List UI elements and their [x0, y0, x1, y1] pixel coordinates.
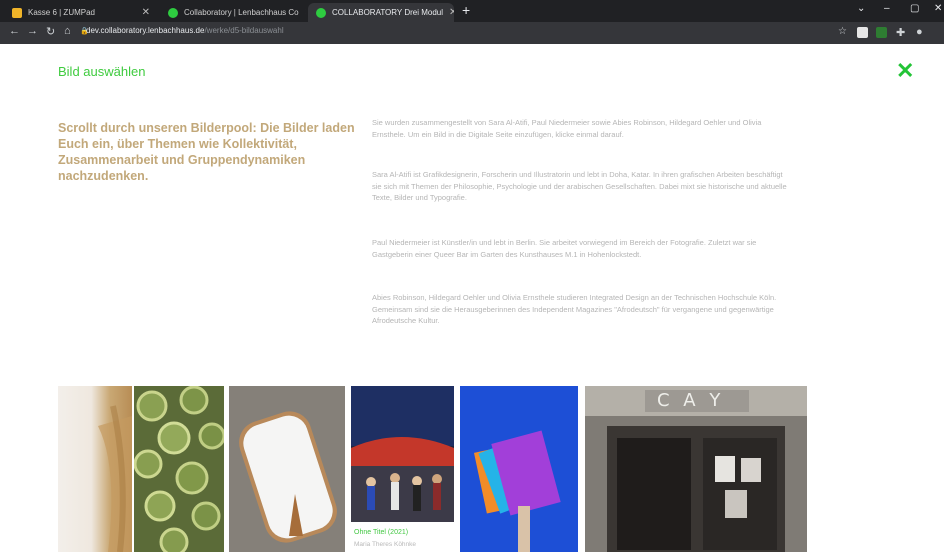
browser-tab-strip: Kasse 6 | ZUMPad ✕ Collaboratory | Lenba… — [0, 0, 944, 22]
address-host: dev.collaboratory.lenbachhaus.de — [86, 26, 205, 35]
maximize-icon[interactable]: ▢ — [910, 3, 919, 14]
grain-texture — [98, 405, 132, 552]
back-arrow-icon[interactable]: ← — [9, 25, 20, 37]
colored-papers — [473, 430, 561, 552]
party-scene — [351, 386, 454, 522]
tab-title: COLLABORATORY Drei Modul — [332, 8, 444, 17]
forward-arrow-icon[interactable]: → — [27, 25, 38, 37]
tab-favicon-icon — [12, 7, 22, 18]
image-caption-artist: Maria Theres Köhnke — [354, 541, 417, 548]
browser-tab-active[interactable]: COLLABORATORY Drei Modul ✕ — [308, 3, 454, 22]
page-title: Bild auswählen — [58, 64, 146, 79]
tab-close-icon[interactable]: ✕ — [449, 7, 454, 18]
minimize-icon[interactable]: – — [884, 3, 890, 14]
browser-tab[interactable]: Collaboratory | Lenbachhaus Co ✕ — [160, 3, 306, 22]
mirror-on-gravel — [229, 386, 345, 552]
extension-icon[interactable] — [876, 27, 887, 38]
gallery-image-grain[interactable] — [58, 386, 132, 552]
tab-title: Collaboratory | Lenbachhaus Co — [184, 8, 299, 17]
browser-toolbar: ← → ↻ ⌂ 🔒 dev.collaboratory.lenbachhaus.… — [0, 22, 944, 44]
close-icon[interactable]: ✕ — [896, 60, 914, 82]
address-bar[interactable]: dev.collaboratory.lenbachhaus.de/werke/d… — [86, 26, 284, 35]
new-tab-icon[interactable]: + — [462, 2, 470, 18]
body-paragraph: Sara Al-Atifi ist Grafikdesignerin, Fors… — [372, 170, 787, 202]
profile-icon[interactable]: ● — [916, 26, 923, 38]
extension-icon[interactable] — [857, 27, 868, 38]
body-paragraph: Sie wurden zusammengestellt von Sara Al-… — [372, 118, 762, 139]
window-close-icon[interactable]: ✕ — [934, 3, 942, 14]
gallery-image-okra[interactable] — [134, 386, 224, 552]
tab-favicon-icon — [168, 7, 178, 18]
gallery-image-papers[interactable] — [460, 386, 578, 552]
bookmark-star-icon[interactable]: ☆ — [838, 26, 847, 37]
body-paragraph: Abies Robinson, Hildegard Oehler und Oli… — [372, 293, 777, 325]
tab-title: Kasse 6 | ZUMPad — [28, 8, 95, 17]
home-icon[interactable]: ⌂ — [64, 25, 71, 37]
gallery-image-storefront[interactable]: C A Y — [585, 386, 807, 552]
gallery-image-party[interactable] — [351, 386, 454, 522]
tab-close-icon[interactable]: ✕ — [142, 7, 150, 18]
body-paragraph: Paul Niedermeier ist Künstler/in und leb… — [372, 238, 757, 259]
tab-search-chevron-icon[interactable]: ⌄ — [857, 3, 865, 14]
address-path: /werke/d5-bildauswahl — [204, 26, 284, 35]
okra-slices — [134, 386, 224, 552]
tab-close-icon[interactable]: ✕ — [305, 7, 306, 18]
reload-icon[interactable]: ↻ — [46, 25, 55, 38]
extensions-puzzle-icon[interactable]: ✚ — [896, 26, 905, 39]
browser-tab[interactable]: Kasse 6 | ZUMPad ✕ — [4, 3, 158, 22]
storefront-sign-text: C A Y — [657, 390, 725, 411]
tab-favicon-icon — [316, 7, 326, 18]
intro-lead-text: Scrollt durch unseren Bilderpool: Die Bi… — [58, 121, 355, 183]
gallery-image-mirror[interactable] — [229, 386, 345, 552]
image-caption-title: Ohne Titel (2021) — [354, 529, 409, 536]
